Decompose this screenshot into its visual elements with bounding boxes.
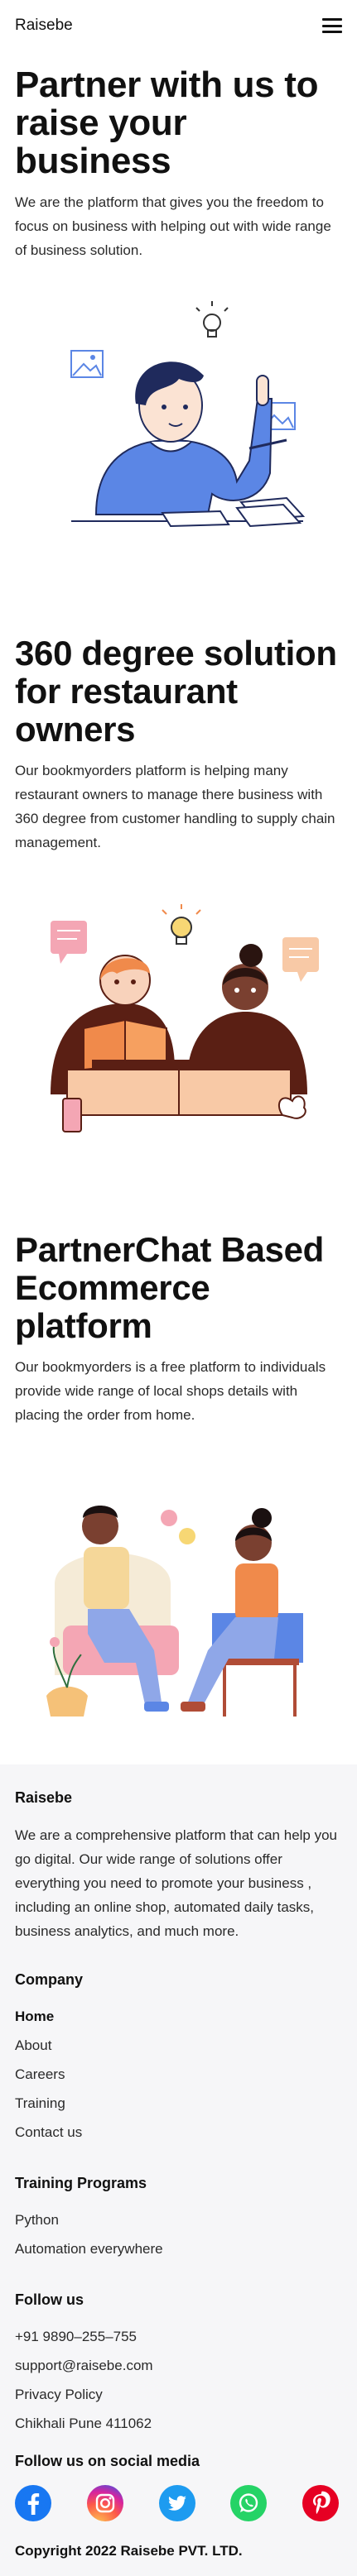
social-icons (15, 2485, 342, 2521)
facebook-icon[interactable] (15, 2485, 51, 2521)
footer-social-heading: Follow us on social media (15, 2453, 200, 2469)
hero-title: Partner with us to raise your business (15, 65, 319, 181)
partnerchat-illustration (46, 1506, 303, 1717)
footer-address: Chikhali Pune 411062 (15, 2416, 152, 2431)
copyright-text: Copyright 2022 Raisebe PVT. LTD. (15, 2543, 243, 2559)
partnerchat-section: PartnerChat Based Ecommerce platform Our… (0, 1231, 357, 1427)
footer-privacy-policy[interactable]: Privacy Policy (15, 2380, 342, 2409)
footer-link-careers[interactable]: Careers (15, 2060, 342, 2089)
hero-section: Partner with us to raise your business W… (0, 66, 357, 262)
top-navbar: Raisebe (0, 0, 357, 51)
footer-training-links: Python Automation everywhere (15, 2205, 342, 2263)
footer-training-heading: Training Programs (15, 2175, 147, 2191)
footer-company-heading: Company (15, 1971, 84, 1988)
footer-link-about[interactable]: About (15, 2031, 342, 2060)
twitter-icon[interactable] (158, 2485, 195, 2521)
instagram-icon[interactable] (86, 2485, 123, 2521)
footer-link-home[interactable]: Home (15, 2002, 342, 2031)
footer-link-contact[interactable]: Contact us (15, 2118, 342, 2147)
solution-section: 360 degree solution for restaurant owner… (0, 634, 357, 855)
solution-title: 360 degree solution for restaurant owner… (15, 634, 337, 749)
footer-follow-heading: Follow us (15, 2291, 84, 2308)
partnerchat-text: Our bookmyorders is a free platform to i… (15, 1359, 326, 1423)
footer: Raisebe We are a comprehensive platform … (0, 1764, 357, 2576)
footer-brand[interactable]: Raisebe (15, 1789, 342, 1807)
footer-link-automation[interactable]: Automation everywhere (15, 2234, 342, 2263)
footer-link-training[interactable]: Training (15, 2089, 342, 2118)
hamburger-menu-icon[interactable] (322, 18, 342, 33)
partnerchat-title: PartnerChat Based Ecommerce platform (15, 1230, 325, 1345)
whatsapp-icon[interactable] (230, 2485, 268, 2521)
restaurant-owners-illustration (50, 904, 319, 1132)
footer-about-text: We are a comprehensive platform that can… (15, 1827, 338, 1939)
pinterest-icon[interactable] (302, 2485, 339, 2521)
footer-contact-list: +91 9890–255–755 support@raisebe.com Pri… (15, 2322, 342, 2438)
footer-email[interactable]: support@raisebe.com (15, 2351, 342, 2380)
footer-phone[interactable]: +91 9890–255–755 (15, 2322, 342, 2351)
footer-link-python[interactable]: Python (15, 2205, 342, 2234)
footer-company-links: Home About Careers Training Contact us (15, 2002, 342, 2147)
hero-illustration (70, 301, 305, 528)
solution-text: Our bookmyorders platform is helping man… (15, 763, 335, 850)
hero-text: We are the platform that gives you the f… (15, 194, 331, 258)
brand-logo[interactable]: Raisebe (15, 17, 73, 35)
